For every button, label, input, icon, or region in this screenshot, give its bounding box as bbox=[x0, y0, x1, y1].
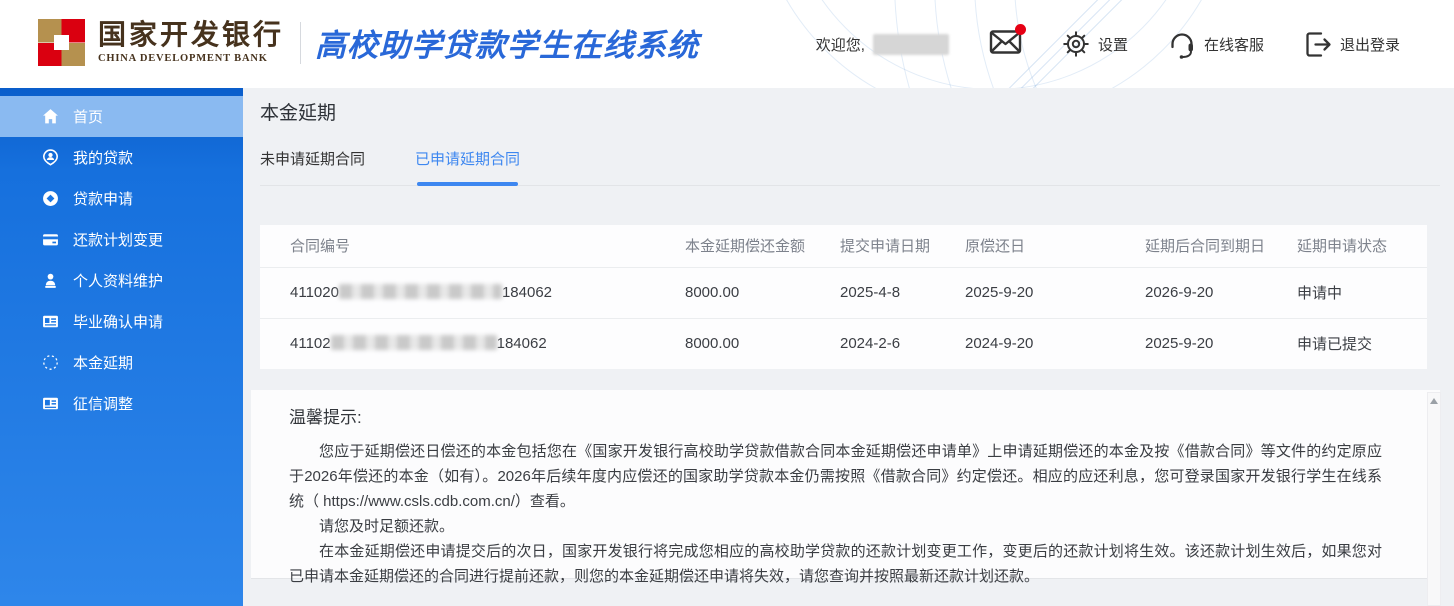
tab-bar: 未申请延期合同 已申请延期合同 bbox=[260, 148, 1440, 186]
sidebar-item-principal-deferment[interactable]: 本金延期 bbox=[0, 342, 243, 383]
sidebar-item-label: 还款计划变更 bbox=[73, 229, 163, 250]
submit-date-cell: 2024-2-6 bbox=[840, 318, 965, 369]
my-loans-icon bbox=[42, 149, 59, 166]
logout-label: 退出登录 bbox=[1340, 34, 1400, 55]
home-icon bbox=[42, 108, 59, 125]
sidebar-item-repayment-plan[interactable]: 还款计划变更 bbox=[0, 219, 243, 260]
sidebar-item-label: 毕业确认申请 bbox=[73, 311, 163, 332]
sidebar-item-profile[interactable]: 个人资料维护 bbox=[0, 260, 243, 301]
col-submit-date: 提交申请日期 bbox=[840, 225, 965, 267]
extended-due-cell: 2026-9-20 bbox=[1145, 267, 1297, 318]
top-header: 国家开发银行 CHINA DEVELOPMENT BANK 高校助学贷款学生在线… bbox=[0, 0, 1454, 88]
contract-suffix: 184062 bbox=[502, 284, 552, 301]
principal-deferment-icon bbox=[42, 354, 59, 371]
sidebar-nav: 首页 我的贷款 贷款申请 还款计划变更 个人资料维护 bbox=[0, 88, 243, 606]
deferment-table: 合同编号 本金延期偿还金额 提交申请日期 原偿还日 延期后合同到期日 延期申请状… bbox=[260, 225, 1427, 369]
loan-apply-icon bbox=[42, 190, 59, 207]
notice-paragraph: 您应于延期偿还日偿还的本金包括您在《国家开发银行高校助学贷款借款合同本金延期偿还… bbox=[289, 439, 1382, 514]
col-deferred-amount: 本金延期偿还金额 bbox=[685, 225, 840, 267]
system-title: 高校助学贷款学生在线系统 bbox=[315, 20, 699, 65]
sidebar-item-label: 首页 bbox=[73, 106, 103, 127]
notice-panel: 温馨提示: 您应于延期偿还日偿还的本金包括您在《国家开发银行高校助学贷款借款合同… bbox=[251, 390, 1440, 579]
col-contract-number: 合同编号 bbox=[260, 225, 685, 267]
sidebar-item-label: 个人资料维护 bbox=[73, 270, 163, 291]
contract-prefix: 41102 bbox=[290, 335, 331, 352]
repayment-plan-icon bbox=[42, 231, 59, 248]
tab-applied-contracts[interactable]: 已申请延期合同 bbox=[415, 148, 520, 171]
contract-redacted-segment bbox=[339, 284, 502, 299]
logout-button[interactable]: 退出登录 bbox=[1304, 31, 1400, 58]
main-content: 本金延期 未申请延期合同 已申请延期合同 合同编号 本金延期偿还金额 提交申请日… bbox=[243, 88, 1454, 606]
headset-icon bbox=[1168, 30, 1196, 59]
notice-paragraph: 请您及时足额还款。 bbox=[289, 514, 1382, 539]
deferment-table-card: 合同编号 本金延期偿还金额 提交申请日期 原偿还日 延期后合同到期日 延期申请状… bbox=[260, 225, 1427, 369]
brand-block: 国家开发银行 CHINA DEVELOPMENT BANK 高校助学贷款学生在线… bbox=[38, 19, 699, 66]
contract-redacted-segment bbox=[331, 335, 497, 350]
scrollbar-up-arrow-icon[interactable] bbox=[1430, 398, 1438, 404]
submit-date-cell: 2025-4-8 bbox=[840, 267, 965, 318]
bank-name-cn: 国家开发银行 bbox=[98, 21, 284, 51]
sidebar-item-credit-adjust[interactable]: 征信调整 bbox=[0, 383, 243, 424]
status-cell: 申请已提交 bbox=[1297, 318, 1427, 369]
extended-due-cell: 2025-9-20 bbox=[1145, 318, 1297, 369]
status-cell: 申请中 bbox=[1297, 267, 1427, 318]
sidebar-item-graduation-confirm[interactable]: 毕业确认申请 bbox=[0, 301, 243, 342]
notice-scrollbar[interactable] bbox=[1427, 392, 1441, 606]
sidebar-item-label: 贷款申请 bbox=[73, 188, 133, 209]
online-service-label: 在线客服 bbox=[1204, 34, 1264, 55]
sidebar-item-loan-apply[interactable]: 贷款申请 bbox=[0, 178, 243, 219]
amount-cell: 8000.00 bbox=[685, 267, 840, 318]
notice-title: 温馨提示: bbox=[289, 403, 1382, 428]
table-row: 41102 184062 8000.00 2024-2-6 2024-9-20 2… bbox=[260, 318, 1427, 369]
bank-name-en: CHINA DEVELOPMENT BANK bbox=[98, 53, 284, 64]
contract-suffix: 184062 bbox=[497, 335, 547, 352]
notification-dot bbox=[1015, 24, 1026, 35]
profile-icon bbox=[42, 272, 59, 289]
contract-number-cell: 411020 184062 bbox=[260, 267, 685, 318]
brand-divider bbox=[300, 22, 301, 64]
settings-label: 设置 bbox=[1098, 34, 1128, 55]
contract-prefix: 411020 bbox=[290, 284, 339, 301]
contract-number-cell: 41102 184062 bbox=[260, 318, 685, 369]
online-service-button[interactable]: 在线客服 bbox=[1168, 30, 1264, 59]
notice-paragraph: 在本金延期偿还申请提交后的次日，国家开发银行将完成您相应的高校助学贷款的还款计划… bbox=[289, 539, 1382, 589]
col-original-due-date: 原偿还日 bbox=[965, 225, 1145, 267]
original-due-cell: 2025-9-20 bbox=[965, 267, 1145, 318]
sidebar-item-label: 我的贷款 bbox=[73, 147, 133, 168]
user-name-redacted bbox=[873, 34, 949, 55]
gear-icon bbox=[1062, 30, 1090, 58]
sidebar-item-label: 本金延期 bbox=[73, 352, 133, 373]
amount-cell: 8000.00 bbox=[685, 318, 840, 369]
graduation-card-icon bbox=[42, 313, 59, 330]
cdb-logo-icon bbox=[38, 19, 85, 66]
credit-adjust-icon bbox=[42, 395, 59, 412]
tab-not-applied-contracts[interactable]: 未申请延期合同 bbox=[260, 148, 365, 171]
table-header-row: 合同编号 本金延期偿还金额 提交申请日期 原偿还日 延期后合同到期日 延期申请状… bbox=[260, 225, 1427, 267]
sidebar-item-my-loans[interactable]: 我的贷款 bbox=[0, 137, 243, 178]
col-extended-due-date: 延期后合同到期日 bbox=[1145, 225, 1297, 267]
welcome-label: 欢迎您, bbox=[816, 34, 865, 55]
page-title: 本金延期 bbox=[260, 98, 336, 125]
logout-icon bbox=[1304, 31, 1332, 58]
sidebar-item-label: 征信调整 bbox=[73, 393, 133, 414]
mail-button[interactable] bbox=[989, 29, 1022, 60]
sidebar-item-home[interactable]: 首页 bbox=[0, 96, 243, 137]
table-row: 411020184062 8000.00 2025-4-8 2025-9-20 … bbox=[260, 267, 1427, 318]
welcome-text: 欢迎您, bbox=[816, 34, 949, 55]
col-application-status: 延期申请状态 bbox=[1297, 225, 1427, 267]
original-due-cell: 2024-9-20 bbox=[965, 318, 1145, 369]
settings-button[interactable]: 设置 bbox=[1062, 30, 1128, 58]
